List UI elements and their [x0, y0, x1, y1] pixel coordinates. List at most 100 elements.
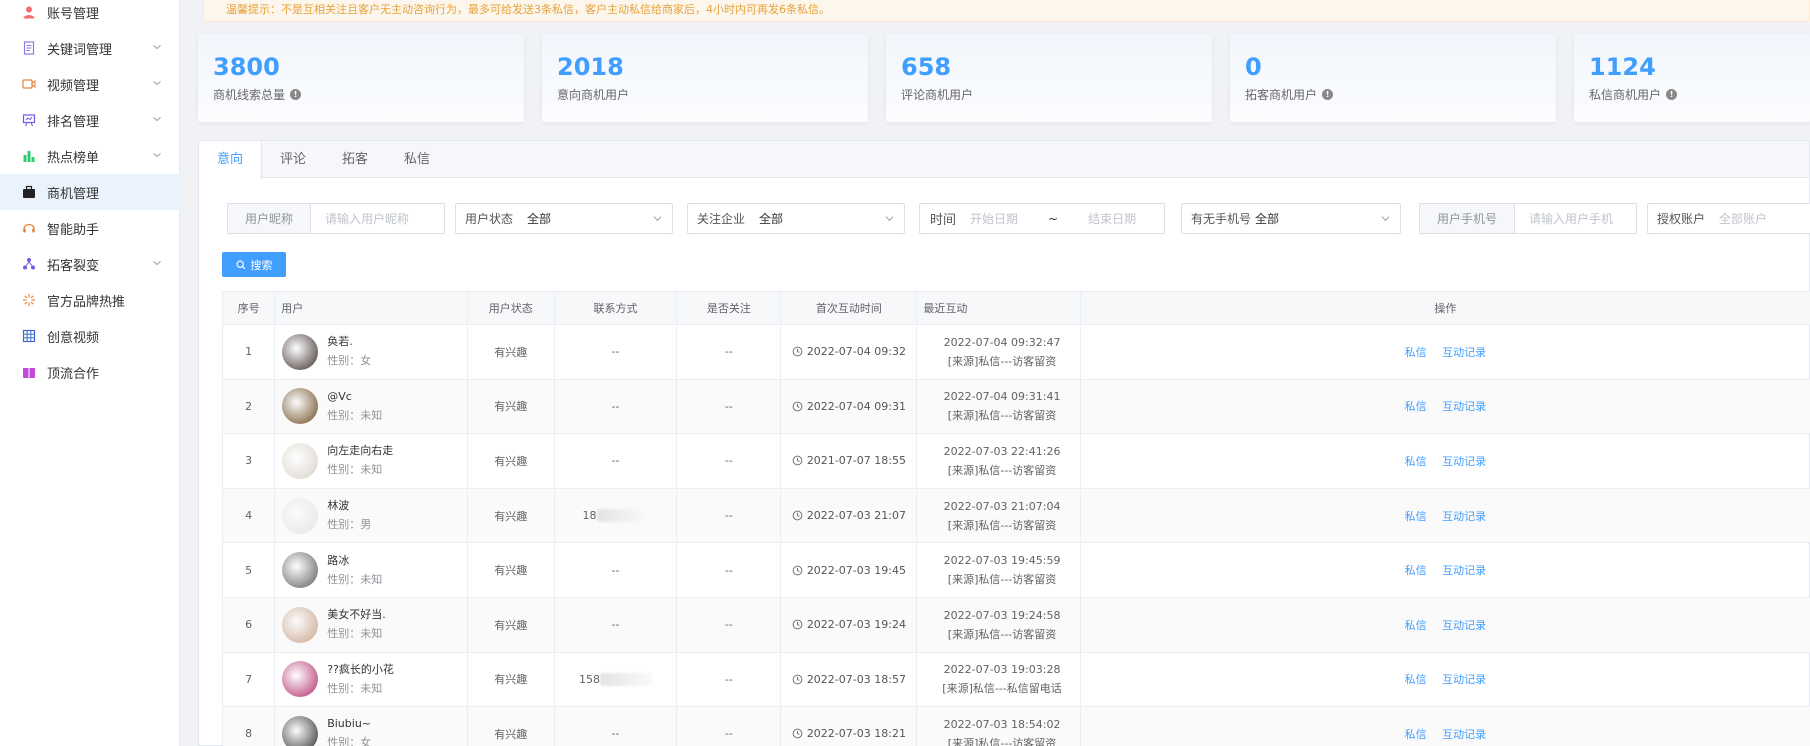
user-gender: 性别：男	[327, 518, 372, 532]
interaction-record-link[interactable]: 互动记录	[1442, 346, 1486, 359]
sidebar-item[interactable]: 拓客裂变	[0, 246, 180, 282]
tab[interactable]: 私信	[386, 141, 448, 178]
actions-cell: 私信 互动记录	[1080, 542, 1810, 598]
info-icon[interactable]: !	[1666, 89, 1678, 100]
phone-has-select[interactable]: 有无手机号 全部	[1181, 203, 1401, 234]
recent-source: [来源]私信---访客留资	[947, 736, 1057, 746]
sidebar-item-label: 关键词管理	[47, 42, 113, 58]
account-select[interactable]: 授权账户 全部账户	[1647, 203, 1810, 234]
message-link[interactable]: 私信	[1405, 673, 1427, 686]
end-date-input[interactable]: 结束日期	[1058, 210, 1136, 227]
first-interaction-time: 2022-07-03 18:21	[806, 727, 906, 741]
tab[interactable]: 意向	[199, 141, 263, 179]
message-link[interactable]: 私信	[1405, 728, 1427, 741]
phone-input[interactable]: 请输入用户手机	[1515, 210, 1613, 227]
grid-icon	[22, 329, 36, 343]
actions-cell: 私信 互动记录	[1080, 324, 1810, 380]
row-number: 3	[222, 433, 276, 489]
nickname-filter[interactable]: 用户昵称 请输入用户昵称	[227, 203, 445, 234]
nickname-label: 用户昵称	[228, 204, 311, 233]
follow-status: --	[676, 652, 782, 708]
row-number: 4	[222, 488, 276, 544]
interaction-record-link[interactable]: 互动记录	[1442, 400, 1486, 413]
first-interaction-time: 2022-07-03 19:24	[806, 618, 906, 632]
info-icon[interactable]: !	[290, 89, 302, 100]
company-select[interactable]: 关注企业 全部	[687, 203, 905, 234]
message-link[interactable]: 私信	[1405, 510, 1427, 523]
actions-cell: 私信 互动记录	[1080, 433, 1810, 489]
interaction-record-link[interactable]: 互动记录	[1442, 455, 1486, 468]
stat-card: 0 拓客商机用户!	[1230, 34, 1556, 122]
recent-source: [来源]私信---访客留资	[947, 627, 1057, 641]
recent-time: 2022-07-03 19:24:58	[943, 608, 1061, 622]
start-date-input[interactable]: 开始日期	[956, 210, 1018, 227]
interaction-record-link[interactable]: 互动记录	[1442, 728, 1486, 741]
user-name: ??疯长的小花	[327, 662, 394, 676]
stat-label: 意向商机用户	[557, 88, 630, 102]
recent-time: 2022-07-03 22:41:26	[943, 444, 1061, 458]
info-icon[interactable]: !	[1322, 89, 1334, 100]
follow-status: --	[676, 488, 782, 544]
avatar	[282, 661, 319, 698]
date-separator: ~	[1048, 211, 1059, 226]
stat-value: 0	[1245, 53, 1262, 81]
col-header: 序号	[222, 291, 276, 325]
sidebar-item[interactable]: 顶流合作	[0, 354, 180, 390]
interaction-record-link[interactable]: 互动记录	[1442, 673, 1486, 686]
sidebar-item[interactable]: 视频管理	[0, 66, 180, 102]
recent-source: [来源]私信---访客留资	[947, 409, 1057, 423]
message-link[interactable]: 私信	[1405, 564, 1427, 577]
sidebar-item[interactable]: 官方品牌热推	[0, 282, 180, 318]
recent-source: [来源]私信---访客留资	[947, 354, 1057, 368]
phone-label: 用户手机号	[1420, 204, 1515, 233]
sidebar-item[interactable]: 账号管理	[0, 0, 180, 30]
briefcase-icon	[22, 185, 36, 199]
tab[interactable]: 评论	[262, 141, 324, 178]
status-select[interactable]: 用户状态 全部	[455, 203, 673, 234]
recent-time: 2022-07-03 21:07:04	[943, 499, 1061, 513]
sidebar-item[interactable]: 智能助手	[0, 210, 180, 246]
sidebar-item[interactable]: 排名管理	[0, 102, 180, 138]
contact: --	[611, 399, 620, 413]
contact: --	[611, 618, 620, 632]
sidebar-item[interactable]: 热点榜单	[0, 138, 180, 174]
chevron-down-icon	[153, 117, 161, 122]
phone-filter[interactable]: 用户手机号 请输入用户手机	[1419, 203, 1637, 234]
sidebar-item[interactable]: 关键词管理	[0, 30, 180, 66]
sidebar-item[interactable]: 创意视频	[0, 318, 180, 354]
user-name: Biubiu~	[327, 717, 372, 731]
date-range[interactable]: 时间 开始日期 ~ 结束日期	[919, 203, 1165, 234]
nickname-input[interactable]: 请输入用户昵称	[311, 210, 409, 227]
contact-prefix: 18	[582, 508, 597, 522]
sidebar-item[interactable]: 商机管理	[0, 174, 180, 210]
user-gender: 性别：未知	[327, 681, 383, 695]
chevron-down-icon	[653, 216, 662, 222]
tab[interactable]: 拓客	[324, 141, 386, 178]
avatar	[282, 388, 319, 425]
message-link[interactable]: 私信	[1405, 619, 1427, 632]
sidebar-item-label: 热点榜单	[47, 150, 100, 166]
status-label: 用户状态	[465, 212, 514, 226]
company-value: 全部	[759, 212, 784, 226]
col-header: 用户状态	[467, 291, 555, 325]
message-link[interactable]: 私信	[1405, 346, 1427, 359]
actions-cell: 私信 互动记录	[1080, 706, 1810, 746]
sidebar-item-label: 创意视频	[47, 330, 100, 346]
video-icon	[22, 77, 36, 91]
search-button[interactable]: 搜索	[222, 252, 286, 277]
message-link[interactable]: 私信	[1405, 400, 1427, 413]
col-header: 用户	[274, 291, 468, 325]
avatar	[282, 715, 319, 746]
interaction-record-link[interactable]: 互动记录	[1442, 564, 1486, 577]
sidebar-item-label: 排名管理	[47, 114, 100, 130]
user-name: 林波	[327, 499, 350, 513]
interaction-record-link[interactable]: 互动记录	[1442, 510, 1486, 523]
row-number: 7	[222, 652, 276, 708]
interaction-record-link[interactable]: 互动记录	[1442, 619, 1486, 632]
table-row: 1 奂若. 性别：女 有兴趣 -- -- 2022-07-04 09:32 20…	[222, 324, 1810, 380]
row-number: 1	[222, 324, 276, 380]
message-link[interactable]: 私信	[1405, 455, 1427, 468]
actions-cell: 私信 互动记录	[1080, 597, 1810, 653]
contact-cell: --	[554, 324, 678, 380]
clock-icon	[792, 510, 803, 521]
